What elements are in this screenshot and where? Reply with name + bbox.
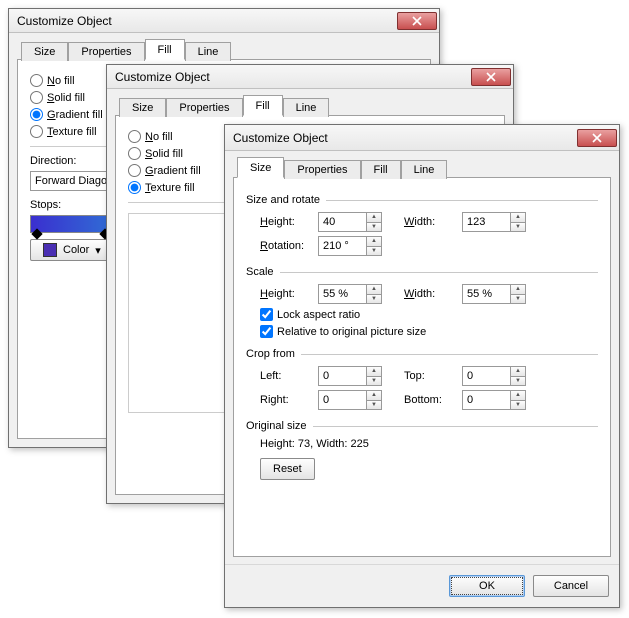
spin-down-icon[interactable]: ▼	[366, 400, 382, 411]
radio-input[interactable]	[128, 164, 141, 177]
crop-right-spinner[interactable]: ▲▼	[318, 390, 382, 410]
crop-top-spinner[interactable]: ▲▼	[462, 366, 526, 386]
scale-height-spinner[interactable]: ▲▼	[318, 284, 382, 304]
crop-right-label: Right:	[260, 394, 312, 406]
dialog-title: Customize Object	[115, 70, 471, 84]
close-button[interactable]	[397, 12, 437, 30]
tab-line[interactable]: Line	[185, 42, 232, 61]
lock-aspect-checkbox[interactable]: Lock aspect ratio	[260, 308, 598, 321]
group-crop: Crop from Left: ▲▼ Top: ▲▼ Right: ▲▼ Bot…	[246, 348, 598, 410]
spin-up-icon[interactable]: ▲	[510, 366, 526, 376]
radio-input[interactable]	[128, 147, 141, 160]
crop-left-input[interactable]	[318, 366, 366, 386]
titlebar[interactable]: Customize Object	[107, 65, 513, 89]
checkbox-input[interactable]	[260, 308, 273, 321]
width-spinner[interactable]: ▲▼	[462, 212, 526, 232]
dialog-footer: OK Cancel	[225, 564, 619, 607]
close-button[interactable]	[471, 68, 511, 86]
height-label: Height:	[260, 216, 312, 228]
group-scale: Scale Height: ▲▼ Width: ▲▼ Lock aspect r…	[246, 266, 598, 338]
tab-size[interactable]: Size	[21, 42, 68, 61]
titlebar[interactable]: Customize Object	[9, 9, 439, 33]
scale-height-input[interactable]	[318, 284, 366, 304]
original-size-text: Height: 73, Width: 225	[260, 438, 598, 450]
tab-size[interactable]: Size	[119, 98, 166, 117]
spin-up-icon[interactable]: ▲	[366, 366, 382, 376]
crop-bottom-input[interactable]	[462, 390, 510, 410]
dialog-title: Customize Object	[233, 131, 577, 145]
color-button[interactable]: Color ▾	[30, 239, 114, 261]
crop-left-spinner[interactable]: ▲▼	[318, 366, 382, 386]
dialog-customize-3: Customize Object Size Properties Fill Li…	[224, 124, 620, 608]
spin-down-icon[interactable]: ▼	[510, 376, 526, 387]
tab-size[interactable]: Size	[237, 157, 284, 178]
relative-size-checkbox[interactable]: Relative to original picture size	[260, 325, 598, 338]
width-label: Width:	[404, 216, 456, 228]
close-button[interactable]	[577, 129, 617, 147]
tab-fill[interactable]: Fill	[361, 160, 401, 179]
radio-input[interactable]	[30, 91, 43, 104]
tabstrip: Size Properties Fill Line	[115, 95, 505, 116]
rotation-input[interactable]	[318, 236, 366, 256]
group-size-rotate: Size and rotate Height: ▲▼ Width: ▲▼ Rot…	[246, 194, 598, 256]
width-input[interactable]	[462, 212, 510, 232]
group-original-size: Original size Height: 73, Width: 225 Res…	[246, 420, 598, 480]
spin-up-icon[interactable]: ▲	[510, 390, 526, 400]
height-input[interactable]	[318, 212, 366, 232]
crop-bottom-label: Bottom:	[404, 394, 456, 406]
tab-line[interactable]: Line	[283, 98, 330, 117]
spin-down-icon[interactable]: ▼	[366, 222, 382, 233]
crop-top-input[interactable]	[462, 366, 510, 386]
ok-button[interactable]: OK	[449, 575, 525, 597]
scale-width-label: Width:	[404, 288, 456, 300]
cancel-button[interactable]: Cancel	[533, 575, 609, 597]
spin-down-icon[interactable]: ▼	[510, 222, 526, 233]
tab-panel-size: Size and rotate Height: ▲▼ Width: ▲▼ Rot…	[233, 177, 611, 557]
crop-left-label: Left:	[260, 370, 312, 382]
scale-width-input[interactable]	[462, 284, 510, 304]
spin-down-icon[interactable]: ▼	[510, 294, 526, 305]
reset-button[interactable]: Reset	[260, 458, 315, 480]
crop-right-input[interactable]	[318, 390, 366, 410]
spin-up-icon[interactable]: ▲	[366, 236, 382, 246]
scale-width-spinner[interactable]: ▲▼	[462, 284, 526, 304]
spin-down-icon[interactable]: ▼	[366, 376, 382, 387]
tab-line[interactable]: Line	[401, 160, 448, 179]
radio-input[interactable]	[128, 181, 141, 194]
tab-properties[interactable]: Properties	[166, 98, 242, 117]
titlebar[interactable]: Customize Object	[225, 125, 619, 151]
rotation-label: Rotation:	[260, 240, 312, 252]
radio-input[interactable]	[30, 125, 43, 138]
spin-down-icon[interactable]: ▼	[366, 294, 382, 305]
tabstrip: Size Properties Fill Line	[17, 39, 431, 60]
spin-up-icon[interactable]: ▲	[366, 212, 382, 222]
radio-input[interactable]	[128, 130, 141, 143]
tabstrip: Size Properties Fill Line	[233, 157, 611, 178]
spin-up-icon[interactable]: ▲	[510, 284, 526, 294]
gradient-stop-marker[interactable]	[31, 228, 42, 239]
close-icon	[486, 72, 496, 82]
rotation-spinner[interactable]: ▲▼	[318, 236, 382, 256]
height-spinner[interactable]: ▲▼	[318, 212, 382, 232]
spin-up-icon[interactable]: ▲	[510, 212, 526, 222]
crop-bottom-spinner[interactable]: ▲▼	[462, 390, 526, 410]
radio-input[interactable]	[30, 108, 43, 121]
spin-up-icon[interactable]: ▲	[366, 390, 382, 400]
spin-up-icon[interactable]: ▲	[366, 284, 382, 294]
dialog-title: Customize Object	[17, 14, 397, 28]
close-icon	[412, 16, 422, 26]
radio-input[interactable]	[30, 74, 43, 87]
scale-height-label: Height:	[260, 288, 312, 300]
spin-down-icon[interactable]: ▼	[510, 400, 526, 411]
crop-top-label: Top:	[404, 370, 456, 382]
tab-fill[interactable]: Fill	[145, 39, 185, 60]
tab-fill[interactable]: Fill	[243, 95, 283, 116]
spin-down-icon[interactable]: ▼	[366, 246, 382, 257]
close-icon	[592, 133, 602, 143]
tab-properties[interactable]: Properties	[68, 42, 144, 61]
tab-properties[interactable]: Properties	[284, 160, 360, 179]
checkbox-input[interactable]	[260, 325, 273, 338]
chevron-down-icon: ▾	[95, 244, 101, 257]
color-swatch	[43, 243, 57, 257]
